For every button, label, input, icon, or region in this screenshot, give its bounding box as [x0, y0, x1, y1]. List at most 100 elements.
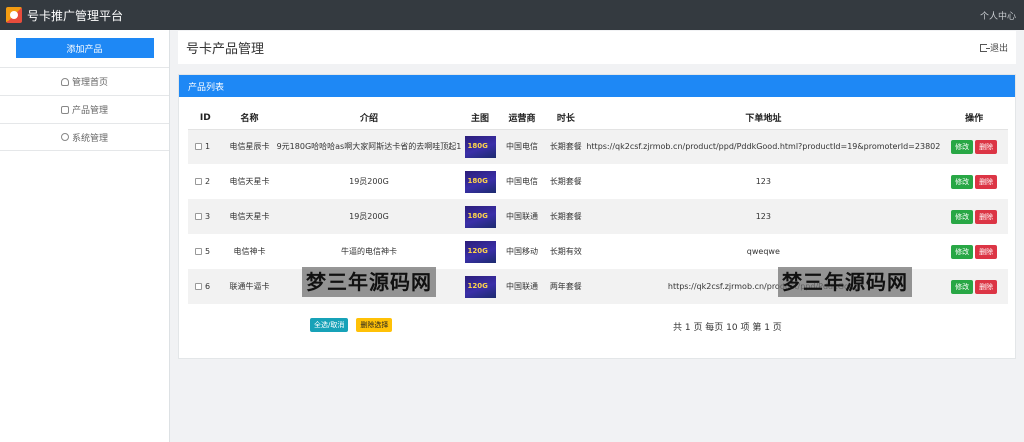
row-intro: 9元180G哈哈哈as啊大家阿斯达卡省的去啊哇顶起1: [276, 129, 462, 164]
sidebar-item-label: 系统管理: [71, 133, 108, 144]
row-checkbox[interactable]: [195, 248, 202, 255]
column-header-carrier: 运营商: [498, 107, 546, 130]
product-thumbnail: 180G: [464, 205, 496, 228]
row-id-cell: 5: [188, 234, 223, 269]
sidebar: 添加产品 管理首页 产品管理 系统管理: [0, 30, 170, 442]
column-header-order-link: 下单地址: [586, 107, 941, 130]
sidebar-item-system[interactable]: 系统管理: [0, 123, 169, 151]
thumbnail-text: 120G: [467, 246, 488, 255]
row-checkbox[interactable]: [195, 178, 202, 185]
row-intro: 19员200G: [276, 199, 462, 234]
product-thumbnail: 180G: [464, 170, 496, 193]
row-carrier: 中国联通: [498, 199, 546, 234]
row-duration: 两年套餐: [545, 269, 587, 304]
sidebar-nav: 管理首页 产品管理 系统管理: [0, 67, 169, 151]
add-product-button[interactable]: 添加产品: [15, 38, 154, 58]
brand: 号卡推广管理平台: [6, 7, 123, 24]
row-id-cell: 6: [188, 269, 223, 304]
delete-button[interactable]: 删除: [975, 244, 998, 259]
thumbnail-text: 180G: [467, 141, 488, 150]
document-icon: [60, 105, 69, 114]
row-carrier: 中国电信: [498, 129, 546, 164]
logout-icon: [979, 43, 990, 52]
table-row: 5 电信神卡 牛逼的电信神卡 120G 中国移动 长期有效 qweqwe 修改删…: [188, 234, 1008, 269]
column-header-intro: 介绍: [276, 107, 462, 130]
table-row: 1 电信星辰卡 9元180G哈哈哈as啊大家阿斯达卡省的去啊哇顶起1 180G …: [188, 129, 1008, 164]
row-name: 电信天星卡: [222, 199, 277, 234]
product-thumbnail: 120G: [464, 240, 496, 263]
product-thumbnail: 180G: [464, 135, 496, 158]
row-intro: 19员200G: [276, 164, 462, 199]
row-name: 电信神卡: [222, 234, 277, 269]
row-name: 电信天星卡: [222, 164, 277, 199]
row-checkbox[interactable]: [195, 283, 202, 290]
delete-selected-button[interactable]: 删除选择: [356, 318, 393, 332]
edit-button[interactable]: 修改: [951, 174, 974, 189]
user-icon: [60, 133, 69, 141]
delete-button[interactable]: 删除: [975, 174, 998, 189]
row-id: 6: [205, 282, 211, 291]
row-order-link: 123: [586, 164, 941, 199]
row-carrier: 中国移动: [498, 234, 546, 269]
row-image-cell: 180G: [461, 129, 499, 164]
row-duration: 长期套餐: [545, 129, 587, 164]
row-carrier: 中国联通: [498, 269, 546, 304]
delete-button[interactable]: 删除: [975, 279, 998, 294]
page-header: 号卡产品管理 退出: [178, 31, 1016, 64]
sidebar-item-home[interactable]: 管理首页: [0, 67, 169, 95]
row-duration: 长期有效: [545, 234, 587, 269]
edit-button[interactable]: 修改: [951, 139, 974, 154]
row-id-cell: 3: [188, 199, 223, 234]
table-footer: 全选/取消 删除选择 共 1 页 每页 10 项 第 1 页: [188, 318, 1008, 334]
sidebar-item-label: 管理首页: [71, 78, 108, 88]
user-center-link[interactable]: 个人中心: [980, 9, 1016, 22]
thumbnail-text: 180G: [467, 176, 488, 185]
row-checkbox[interactable]: [195, 213, 202, 220]
row-image-cell: 180G: [461, 164, 499, 199]
panel-title: 产品列表: [179, 75, 1015, 97]
logout-label: 退出: [989, 44, 1008, 54]
table-row: 2 电信天星卡 19员200G 180G 中国电信 长期套餐 123 修改 删除: [188, 164, 1008, 199]
row-actions: 修改 删除: [940, 234, 1008, 269]
row-actions: 修改 删除: [940, 129, 1008, 164]
sidebar-item-label: 产品管理: [71, 106, 108, 116]
row-actions: 修改 删除: [940, 199, 1008, 234]
logout-button[interactable]: 退出: [979, 41, 1008, 54]
row-image-cell: 120G: [461, 234, 499, 269]
edit-button[interactable]: 修改: [951, 279, 974, 294]
home-icon: [60, 77, 69, 86]
row-name: 联通牛逼卡: [222, 269, 277, 304]
edit-button[interactable]: 修改: [951, 244, 974, 259]
product-thumbnail: 120G: [464, 275, 496, 298]
watermark: 梦三年源码网: [778, 267, 912, 297]
delete-button[interactable]: 删除: [975, 209, 998, 224]
row-duration: 长期套餐: [545, 199, 587, 234]
watermark: 梦三年源码网: [302, 267, 436, 297]
pagination-info: 共 1 页 每页 10 项 第 1 页: [673, 323, 782, 333]
select-all-button[interactable]: 全选/取消: [310, 318, 349, 332]
row-id: 3: [205, 212, 211, 221]
row-actions: 修改 删除: [940, 164, 1008, 199]
table-row: 3 电信天星卡 19员200G 180G 中国联通 长期套餐 123 修改 删除: [188, 199, 1008, 234]
product-list-panel: 产品列表 ID 名称 介绍 主图 运营商 时长 下单地址 操作 1 电信星辰卡 …: [178, 74, 1016, 359]
row-id-cell: 2: [188, 164, 223, 199]
thumbnail-text: 120G: [467, 281, 488, 290]
page-title: 号卡产品管理: [186, 42, 265, 57]
edit-button[interactable]: 修改: [951, 209, 974, 224]
delete-button[interactable]: 删除: [975, 139, 998, 154]
row-carrier: 中国电信: [498, 164, 546, 199]
row-actions: 修改 删除: [940, 269, 1008, 304]
logo-icon: [6, 7, 22, 23]
table-header-row: ID 名称 介绍 主图 运营商 时长 下单地址 操作: [188, 107, 1008, 130]
column-header-duration: 时长: [545, 107, 587, 130]
row-id-cell: 1: [188, 129, 223, 164]
row-order-link: qweqwe: [586, 234, 941, 269]
thumbnail-text: 180G: [467, 211, 488, 220]
column-header-id: ID: [188, 107, 223, 130]
row-image-cell: 120G: [461, 269, 499, 304]
sidebar-item-products[interactable]: 产品管理: [0, 95, 169, 123]
row-id: 5: [205, 247, 211, 256]
row-id: 2: [205, 177, 211, 186]
top-bar: 号卡推广管理平台 个人中心: [0, 0, 1024, 30]
row-checkbox[interactable]: [195, 143, 202, 151]
